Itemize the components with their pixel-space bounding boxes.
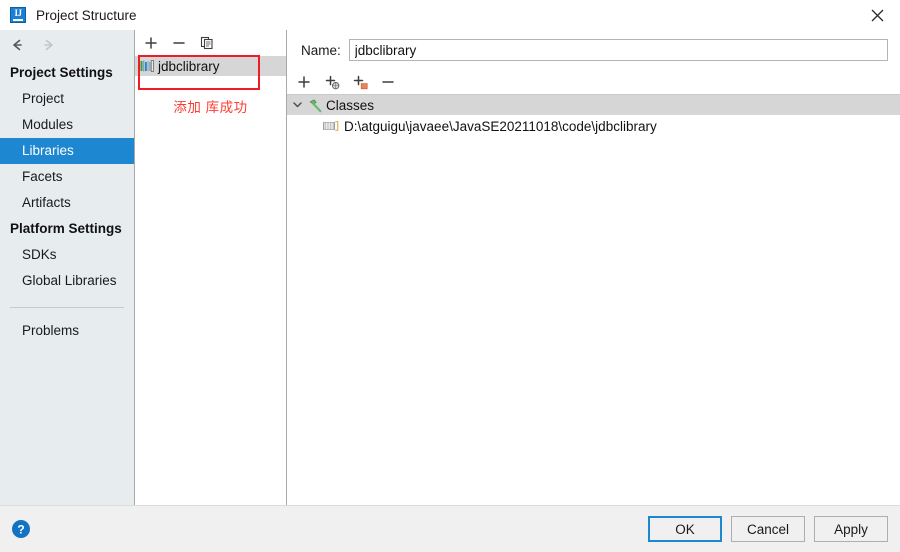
- ok-button[interactable]: OK: [648, 516, 722, 542]
- footer-button-group: OK Cancel Apply: [648, 516, 888, 542]
- sidebar-item-problems[interactable]: Problems: [0, 318, 134, 344]
- remove-root-button[interactable]: [380, 74, 396, 90]
- cancel-button[interactable]: Cancel: [731, 516, 805, 542]
- svg-text:?: ?: [17, 523, 24, 537]
- sidebar-section-project-settings: Project Settings: [10, 65, 113, 80]
- name-label: Name:: [301, 42, 341, 58]
- project-structure-dialog: IJ Project Structure Project Settings Pr…: [0, 0, 900, 552]
- remove-library-button[interactable]: [171, 35, 187, 51]
- add-jar-directory-button[interactable]: [352, 74, 368, 90]
- settings-sidebar: Project Settings Project Modules Librari…: [0, 30, 135, 505]
- tree-row[interactable]: D:\atguigu\javaee\JavaSE20211018\code\jd…: [287, 115, 900, 137]
- arrow-left-icon[interactable]: [8, 36, 26, 54]
- library-detail-panel: Name: jdbclibrary Classes D:\atguigu\jav…: [287, 30, 900, 505]
- hammer-icon: [308, 98, 323, 113]
- add-maven-root-button[interactable]: [324, 74, 340, 90]
- close-icon[interactable]: [854, 0, 900, 30]
- copy-icon[interactable]: [199, 35, 215, 51]
- annotation-text: 添加 库成功: [173, 100, 248, 115]
- tree-row[interactable]: Classes: [287, 95, 900, 115]
- library-name-label: jdbclibrary: [158, 58, 220, 74]
- arrow-right-icon[interactable]: [40, 36, 58, 54]
- sidebar-item-libraries[interactable]: Libraries: [0, 138, 134, 164]
- add-root-button[interactable]: [296, 74, 312, 90]
- window-title: Project Structure: [36, 7, 137, 23]
- dialog-footer: ? OK Cancel Apply: [0, 505, 900, 552]
- dialog-body: Project Settings Project Modules Librari…: [0, 30, 900, 505]
- library-list-toolbar: [135, 30, 286, 56]
- apply-button[interactable]: Apply: [814, 516, 888, 542]
- sidebar-section-platform-settings: Platform Settings: [10, 221, 122, 236]
- sidebar-item-facets[interactable]: Facets: [0, 164, 134, 190]
- library-root-path: D:\atguigu\javaee\JavaSE20211018\code\jd…: [344, 118, 657, 134]
- library-roots-toolbar: [287, 70, 900, 95]
- library-list-panel: jdbclibrary 添加 库成功: [135, 30, 287, 505]
- sidebar-item-global-libraries[interactable]: Global Libraries: [0, 268, 134, 294]
- sidebar-item-project[interactable]: Project: [0, 86, 134, 112]
- add-library-button[interactable]: [143, 35, 159, 51]
- sidebar-item-sdks[interactable]: SDKs: [0, 242, 134, 268]
- chevron-down-icon[interactable]: [291, 98, 305, 112]
- title-bar: IJ Project Structure: [0, 0, 900, 30]
- sidebar-item-modules[interactable]: Modules: [0, 112, 134, 138]
- intellij-idea-icon: IJ: [10, 7, 26, 23]
- library-roots-tree: Classes D:\atguigu\javaee\JavaSE20211018…: [287, 95, 900, 505]
- library-name-input[interactable]: [348, 39, 888, 61]
- library-icon: [140, 59, 154, 73]
- list-item[interactable]: jdbclibrary: [135, 56, 286, 76]
- sidebar-item-artifacts[interactable]: Artifacts: [0, 190, 134, 216]
- help-icon[interactable]: ?: [11, 519, 31, 539]
- jar-icon: [323, 120, 339, 132]
- library-name-row: Name:: [287, 30, 900, 70]
- sidebar-divider: [10, 307, 124, 308]
- tree-node-label: Classes: [326, 97, 375, 113]
- navigation-arrows: [0, 30, 134, 60]
